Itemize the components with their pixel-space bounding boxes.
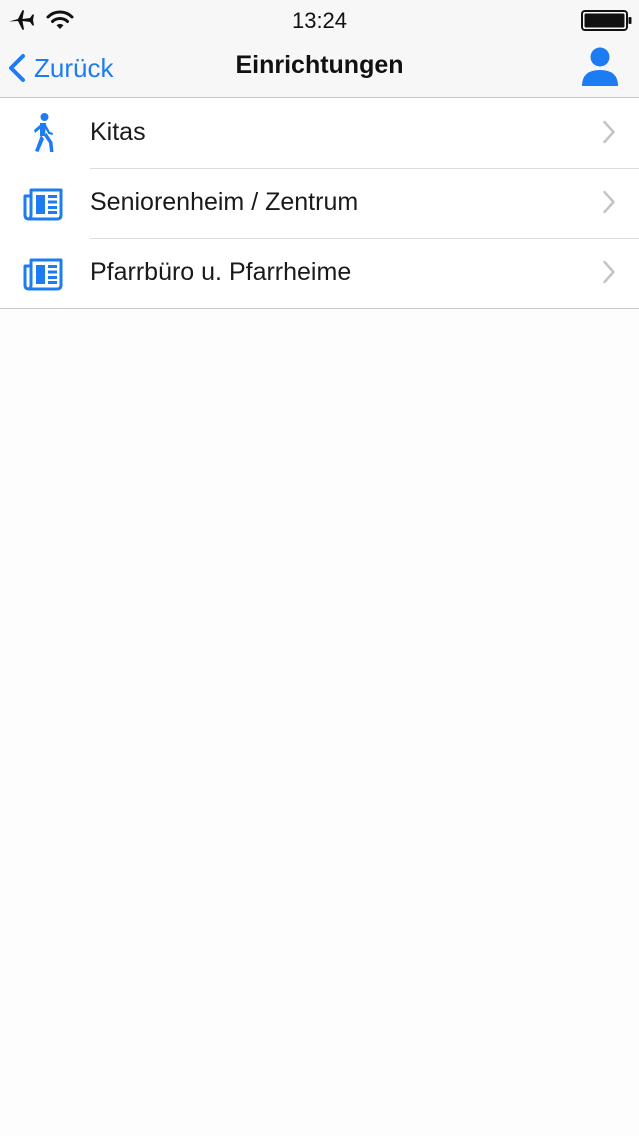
top-bar: 13:24 Zurück Einrichtungen — [0, 0, 639, 98]
newspaper-icon — [23, 258, 63, 291]
list-item-kitas[interactable]: Kitas — [0, 98, 639, 168]
list-item-label: Pfarrbüro u. Pfarrheime — [90, 258, 352, 286]
newspaper-icon — [23, 188, 63, 221]
list-item-label: Seniorenheim / Zentrum — [90, 188, 359, 216]
list-item-label: Kitas — [90, 118, 146, 146]
chevron-left-icon — [9, 54, 25, 82]
walking-person-icon — [34, 113, 54, 152]
person-icon[interactable] — [578, 44, 622, 88]
status-time: 13:24 — [291, 8, 348, 33]
status-bar: 13:24 — [0, 0, 639, 40]
back-label: Zurück — [34, 52, 114, 83]
battery-icon — [581, 10, 632, 31]
screen: 13:24 Zurück Einrichtungen Kitas Seniore… — [0, 0, 639, 1136]
chevron-right-icon — [603, 190, 615, 214]
chevron-right-icon — [603, 260, 615, 284]
nav-bar: Zurück Einrichtungen — [0, 40, 639, 97]
chevron-right-icon — [603, 120, 615, 144]
list-item-seniorenheim[interactable]: Seniorenheim / Zentrum — [0, 168, 639, 238]
list-item-pfarrbuero[interactable]: Pfarrbüro u. Pfarrheime — [0, 238, 639, 308]
back-button[interactable]: Zurück — [6, 48, 113, 88]
facility-list: Kitas Seniorenheim / Zentrum Pfarrbüro u… — [0, 98, 639, 309]
